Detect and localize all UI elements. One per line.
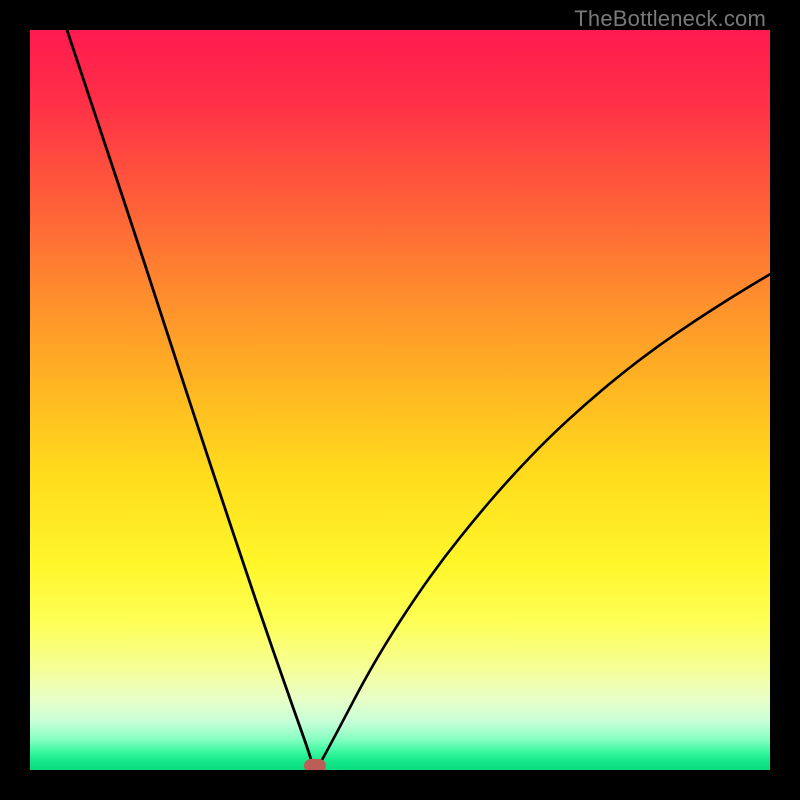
gradient-background: [30, 30, 770, 770]
watermark-text: TheBottleneck.com: [574, 6, 766, 32]
chart-frame: TheBottleneck.com: [0, 0, 800, 800]
plot-area: [30, 30, 770, 770]
floor-marker-pill: [304, 759, 326, 770]
